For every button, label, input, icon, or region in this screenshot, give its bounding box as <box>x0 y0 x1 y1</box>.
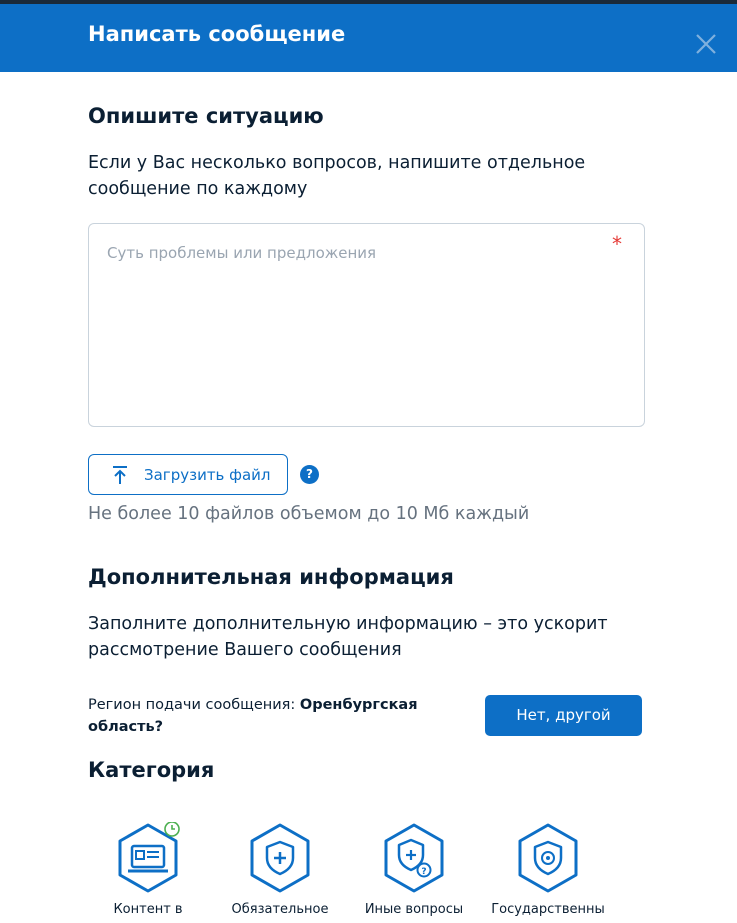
modal-header: Написать сообщение <box>0 4 737 72</box>
laptop-content-icon <box>118 822 180 893</box>
category-label: Контент в <box>113 902 183 917</box>
textarea-placeholder: Суть проблемы или предложения <box>107 244 377 262</box>
region-label: Регион подачи сообщения: <box>88 697 296 713</box>
upload-hint: Не более 10 файлов объемом до 10 Мб кажд… <box>88 504 530 524</box>
category-label: Обязательное <box>231 902 329 917</box>
upload-button-label: Загрузить файл <box>144 466 271 484</box>
category-label: Иные вопросы <box>364 902 464 917</box>
modal-title: Написать сообщение <box>88 22 346 46</box>
close-button[interactable] <box>692 30 720 58</box>
change-region-button[interactable]: Нет, другой <box>485 695 642 736</box>
upload-icon <box>113 466 127 484</box>
help-icon[interactable]: ? <box>300 465 319 484</box>
close-icon <box>696 34 716 54</box>
region-text: Регион подачи сообщения: Оренбургская об… <box>88 694 458 738</box>
svg-text:?: ? <box>421 867 426 877</box>
situation-heading: Опишите ситуацию <box>88 104 324 128</box>
category-item-government[interactable]: Государственны <box>488 822 608 923</box>
category-item-content[interactable]: Контент в <box>88 822 208 923</box>
category-item-mandatory[interactable]: Обязательное <box>220 822 340 923</box>
shield-emblem-icon <box>518 823 578 893</box>
category-label: Государственны <box>491 902 605 917</box>
shield-question-icon: ? <box>384 823 444 893</box>
upload-file-button[interactable]: Загрузить файл <box>88 454 288 495</box>
required-mark: * <box>612 232 622 256</box>
additional-heading: Дополнительная информация <box>88 565 454 589</box>
problem-textarea[interactable]: Суть проблемы или предложения * <box>88 223 645 427</box>
category-heading: Категория <box>88 758 215 782</box>
situation-description: Если у Вас несколько вопросов, напишите … <box>88 153 586 199</box>
category-item-other[interactable]: ? Иные вопросы <box>354 822 474 923</box>
additional-description: Заполните дополнительную информацию – эт… <box>88 614 608 660</box>
shield-plus-icon <box>250 823 310 893</box>
